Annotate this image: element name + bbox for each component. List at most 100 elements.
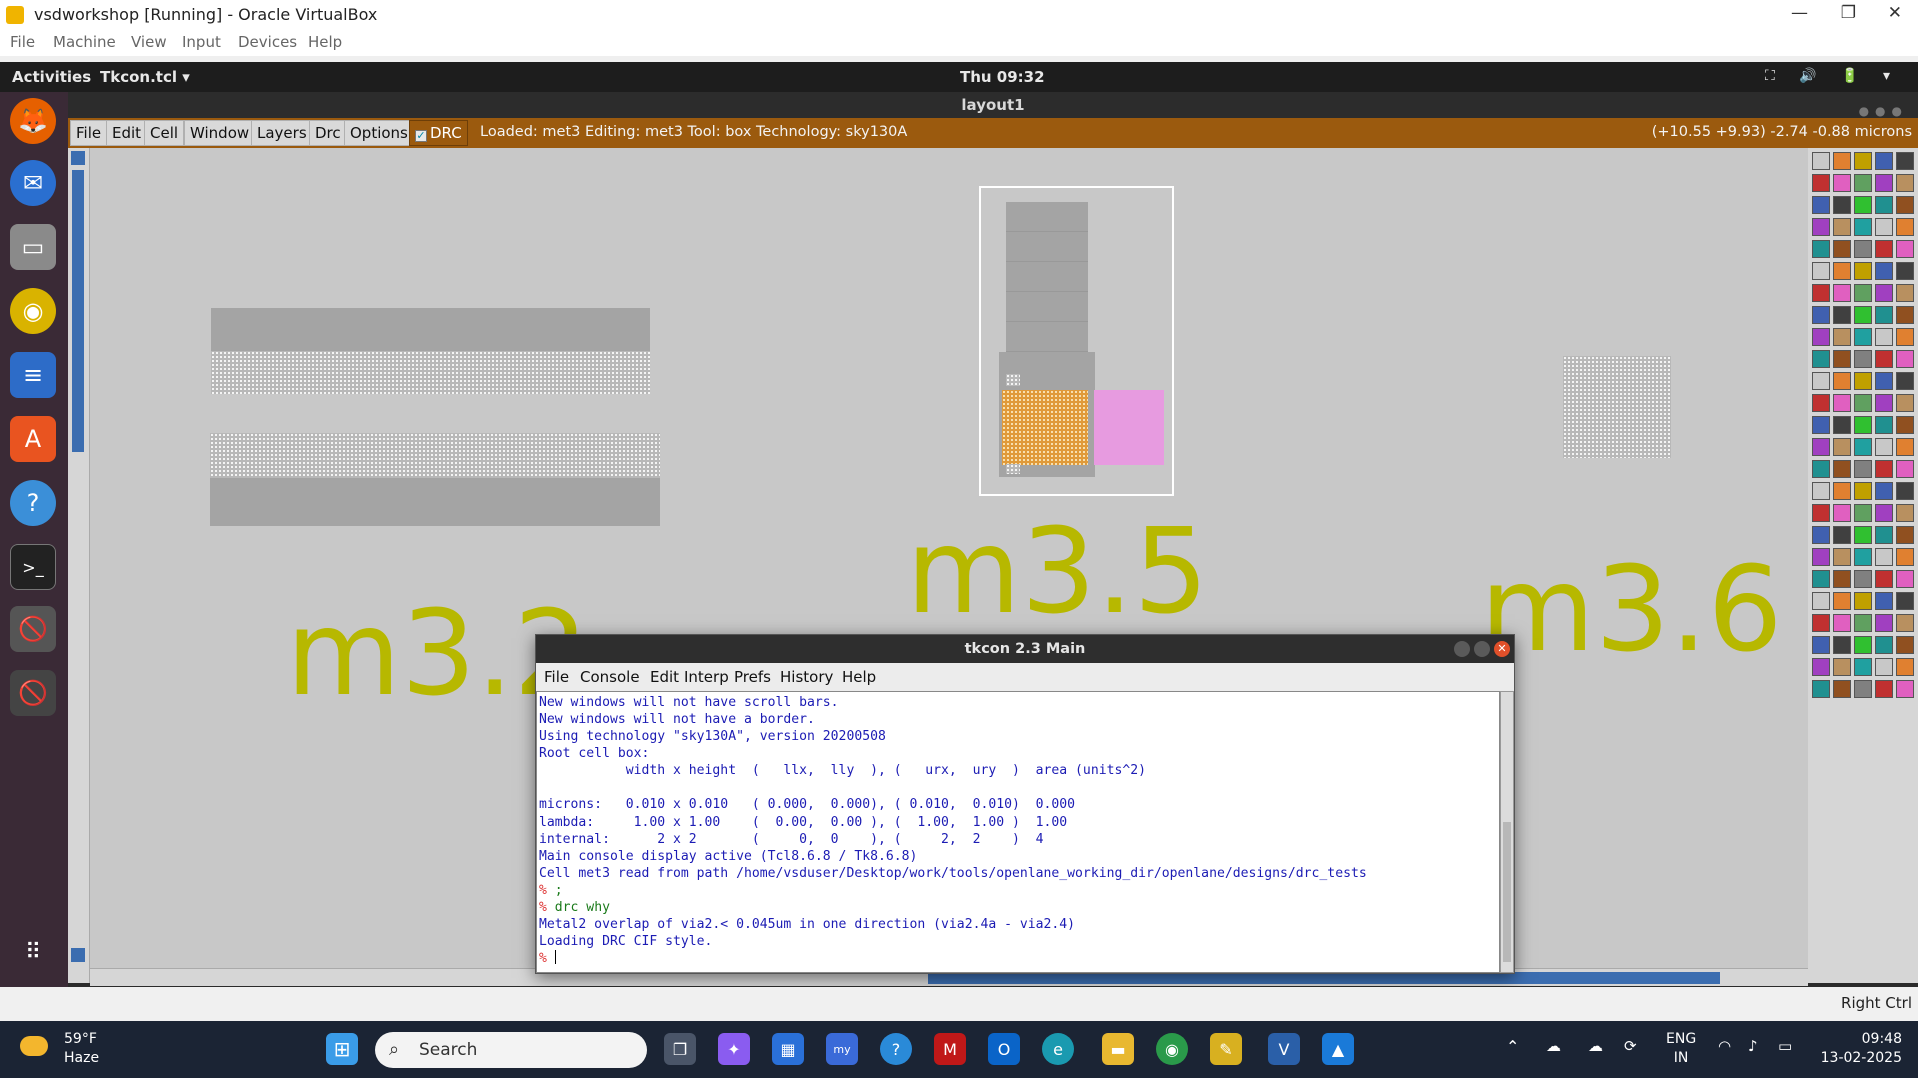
blocked-app-icon[interactable]: 🚫 (10, 606, 56, 652)
minimize-icon[interactable] (1454, 641, 1470, 657)
via2-rect[interactable] (1002, 390, 1088, 465)
metal3-rect[interactable] (210, 478, 660, 526)
copilot-icon[interactable]: ✦ (718, 1033, 750, 1065)
layer-swatch[interactable] (1854, 614, 1872, 632)
layer-swatch[interactable] (1854, 416, 1872, 434)
console-output[interactable]: New windows will not have scroll bars. Ne… (536, 691, 1500, 973)
vbox-menu-devices[interactable]: Devices (238, 33, 297, 51)
mylab-icon[interactable]: my (826, 1033, 858, 1065)
close-icon[interactable]: ✕ (1494, 641, 1510, 657)
task-view-icon[interactable]: ❐ (664, 1033, 696, 1065)
layer-swatch[interactable] (1812, 394, 1830, 412)
search-input[interactable]: ⌕ Search (375, 1032, 647, 1068)
console-input-line[interactable]: % (539, 950, 1497, 967)
metal3-rect[interactable] (1563, 356, 1671, 458)
layer-swatch[interactable] (1833, 460, 1851, 478)
terminal-icon[interactable]: >_ (10, 544, 56, 590)
layer-swatch[interactable] (1812, 372, 1830, 390)
onedrive-icon[interactable]: ☁ (1588, 1037, 1603, 1055)
layer-swatch[interactable] (1875, 504, 1893, 522)
outlook-icon[interactable]: O (988, 1033, 1020, 1065)
layer-swatch[interactable] (1812, 240, 1830, 258)
tkcon-menu-console[interactable]: Console (580, 668, 640, 686)
layer-swatch[interactable] (1812, 196, 1830, 214)
layer-swatch[interactable] (1875, 438, 1893, 456)
scroll-down-icon[interactable] (71, 948, 85, 962)
layer-swatch[interactable] (1833, 174, 1851, 192)
layer-swatch[interactable] (1875, 570, 1893, 588)
layer-swatch[interactable] (1812, 460, 1830, 478)
layer-swatch[interactable] (1854, 306, 1872, 324)
layer-swatch[interactable] (1875, 526, 1893, 544)
layer-swatch[interactable] (1833, 152, 1851, 170)
layer-swatch[interactable] (1833, 636, 1851, 654)
magic-window-button[interactable]: Window (184, 120, 256, 146)
mcafee-icon[interactable]: M (934, 1033, 966, 1065)
console-scrollbar[interactable] (1500, 691, 1514, 973)
layer-swatch[interactable] (1875, 680, 1893, 698)
layer-swatch[interactable] (1875, 284, 1893, 302)
layer-swatch[interactable] (1812, 438, 1830, 456)
app-menu[interactable]: Tkcon.tcl ▾ (100, 68, 190, 86)
layer-swatch[interactable] (1896, 438, 1914, 456)
layer-swatch[interactable] (1896, 548, 1914, 566)
activities-button[interactable]: Activities (12, 68, 91, 86)
metal3-rect[interactable] (210, 433, 660, 478)
magic-cell-button[interactable]: Cell (144, 120, 185, 146)
layer-swatch[interactable] (1833, 526, 1851, 544)
layer-swatch[interactable] (1812, 262, 1830, 280)
layer-swatch[interactable] (1854, 284, 1872, 302)
layer-swatch[interactable] (1833, 482, 1851, 500)
magic-layers-button[interactable]: Layers (251, 120, 313, 146)
layer-swatch[interactable] (1833, 328, 1851, 346)
layer-swatch[interactable] (1896, 328, 1914, 346)
layer-swatch[interactable] (1812, 614, 1830, 632)
layer-swatch[interactable] (1833, 592, 1851, 610)
vbox-menu-file[interactable]: File (10, 33, 35, 51)
layer-swatch[interactable] (1854, 680, 1872, 698)
writer-icon[interactable]: ≡ (10, 352, 56, 398)
layer-swatch[interactable] (1896, 526, 1914, 544)
layer-swatch[interactable] (1896, 240, 1914, 258)
network-icon[interactable]: ☁ (1546, 1037, 1561, 1055)
layer-swatch[interactable] (1812, 680, 1830, 698)
layer-swatch[interactable] (1896, 570, 1914, 588)
layer-swatch[interactable] (1896, 152, 1914, 170)
file-explorer-icon[interactable]: ▬ (1102, 1033, 1134, 1065)
magic-file-button[interactable]: File (70, 120, 108, 146)
layer-swatch[interactable] (1854, 372, 1872, 390)
layer-swatch[interactable] (1812, 504, 1830, 522)
scroll-thumb[interactable] (1503, 822, 1511, 962)
layer-swatch[interactable] (1833, 306, 1851, 324)
layer-swatch[interactable] (1875, 306, 1893, 324)
layer-swatch[interactable] (1833, 262, 1851, 280)
layer-swatch[interactable] (1812, 350, 1830, 368)
layer-swatch[interactable] (1875, 658, 1893, 676)
drc-toggle[interactable]: ✓ DRC (409, 120, 468, 146)
layer-swatch[interactable] (1896, 482, 1914, 500)
layer-swatch[interactable] (1875, 328, 1893, 346)
layer-swatch[interactable] (1812, 570, 1830, 588)
layer-swatch[interactable] (1833, 350, 1851, 368)
layer-swatch[interactable] (1896, 504, 1914, 522)
layer-swatch[interactable] (1812, 152, 1830, 170)
layer-swatch[interactable] (1896, 658, 1914, 676)
vertical-scrollbar[interactable] (68, 148, 90, 983)
layer-swatch[interactable] (1812, 306, 1830, 324)
firefox-icon[interactable]: 🦊 (10, 98, 56, 144)
layer-swatch[interactable] (1833, 504, 1851, 522)
layer-swatch[interactable] (1833, 284, 1851, 302)
layer-swatch[interactable] (1812, 328, 1830, 346)
layer-swatch[interactable] (1854, 174, 1872, 192)
help-icon[interactable]: ? (10, 480, 56, 526)
tray-chevron-icon[interactable]: ⌃ (1506, 1037, 1519, 1056)
metal2-rect[interactable] (1094, 390, 1164, 465)
metal3-rect[interactable] (211, 351, 650, 394)
layer-swatch[interactable] (1896, 350, 1914, 368)
layer-swatch[interactable] (1875, 196, 1893, 214)
layer-swatch[interactable] (1875, 394, 1893, 412)
photos-icon[interactable]: ▲ (1322, 1033, 1354, 1065)
tkcon-menu-interp[interactable]: Interp (684, 668, 729, 686)
layer-swatch[interactable] (1896, 284, 1914, 302)
layer-swatch[interactable] (1833, 372, 1851, 390)
